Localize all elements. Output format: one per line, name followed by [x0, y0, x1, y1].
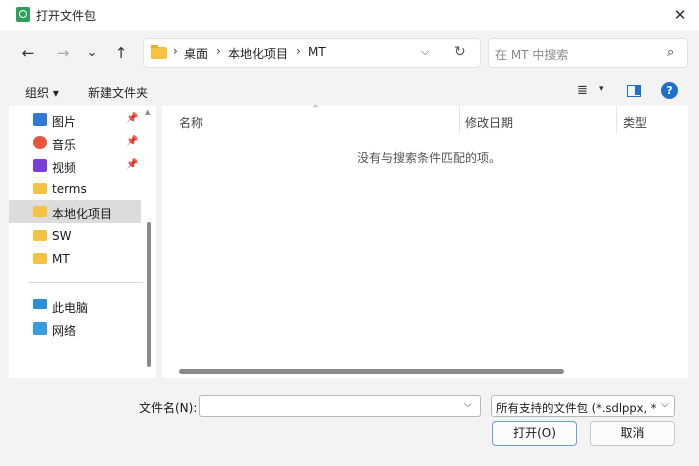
breadcrumb-desktop[interactable]: 桌面 [184, 45, 208, 62]
nav-item-localization-projects[interactable]: 本地化项目 [9, 200, 141, 223]
scroll-up-arrow-icon[interactable]: ▲ [145, 108, 150, 116]
nav-item-pictures[interactable]: 图片 📌 [9, 108, 141, 131]
sort-ascending-icon: ^ [312, 104, 319, 113]
refresh-icon[interactable]: ↻ [454, 44, 466, 60]
open-button[interactable]: 打开(O) [492, 421, 577, 446]
app-icon [16, 7, 30, 22]
file-type-value: 所有支持的文件包 (*.sdlppx, *.s [496, 401, 656, 415]
nav-item-label: 网络 [52, 324, 77, 338]
filename-input[interactable]: ⌵ [199, 395, 481, 417]
help-icon[interactable]: ? [661, 82, 678, 99]
recent-locations-chevron-icon[interactable]: ⌄ [81, 42, 103, 64]
breadcrumb-separator-icon: › [173, 44, 178, 58]
column-divider[interactable] [459, 106, 460, 134]
nav-item-label: 视频 [52, 161, 77, 175]
view-options-dropdown-icon[interactable]: ▾ [599, 84, 604, 94]
nav-item-terms[interactable]: terms [9, 177, 141, 200]
command-bar: 组织 ▾ 新建文件夹 ≣ ▾ ? [0, 76, 699, 106]
file-list: ^ 名称 修改日期 类型 没有与搜索条件匹配的项。 [162, 104, 688, 378]
breadcrumb-separator-icon: › [216, 44, 221, 58]
navigation-bar: ← → ⌄ ↑ › 桌面 › 本地化项目 › MT ⌵ ↻ 在 MT 中搜索 ⌕ [0, 30, 699, 76]
nav-item-label: 图片 [52, 115, 77, 129]
address-bar[interactable]: › 桌面 › 本地化项目 › MT ⌵ ↻ [143, 38, 481, 68]
nav-item-label: terms [52, 182, 87, 196]
dialog-footer: 文件名(N): ⌵ 所有支持的文件包 (*.sdlppx, *.s ⌵ 打开(O… [0, 378, 699, 466]
folder-icon [33, 206, 47, 217]
search-icon[interactable]: ⌕ [667, 45, 674, 60]
breadcrumb-localization-projects[interactable]: 本地化项目 [228, 45, 288, 62]
open-package-dialog: 打开文件包 ✕ ← → ⌄ ↑ › 桌面 › 本地化项目 › MT ⌵ ↻ 在 … [0, 0, 699, 466]
forward-arrow-icon[interactable]: → [52, 42, 74, 64]
column-divider[interactable] [616, 106, 617, 134]
nav-item-label: 音乐 [52, 138, 77, 152]
empty-results-message: 没有与搜索条件匹配的项。 [357, 151, 502, 165]
column-header-name[interactable]: 名称 [179, 114, 203, 131]
folder-icon [33, 183, 47, 194]
search-box[interactable]: 在 MT 中搜索 ⌕ [488, 38, 688, 68]
pictures-icon [33, 113, 47, 126]
nav-item-label: 本地化项目 [52, 207, 113, 221]
pin-icon: 📌 [126, 159, 139, 170]
network-icon [33, 322, 47, 335]
videos-icon [33, 159, 47, 172]
up-arrow-icon[interactable]: ↑ [110, 42, 132, 64]
navigation-pane: ▲ 图片 📌 音乐 📌 视频 📌 terms 本地化项目 SW MT 此电脑 网… [9, 106, 156, 378]
horizontal-scrollbar[interactable] [179, 369, 564, 374]
pin-icon: 📌 [126, 136, 139, 147]
nav-divider [29, 282, 143, 283]
pin-icon: 📌 [126, 113, 139, 124]
nav-scrollbar[interactable] [147, 222, 151, 367]
search-placeholder: 在 MT 中搜索 [495, 48, 569, 62]
nav-item-music[interactable]: 音乐 📌 [9, 131, 141, 154]
column-header-type[interactable]: 类型 [623, 114, 647, 131]
filename-history-dropdown-icon[interactable]: ⌵ [464, 399, 472, 410]
back-arrow-icon[interactable]: ← [17, 42, 39, 64]
title-bar: 打开文件包 ✕ [0, 0, 699, 30]
nav-item-network[interactable]: 网络 [9, 317, 141, 340]
breadcrumb-mt[interactable]: MT [308, 45, 326, 59]
folder-icon [33, 230, 47, 241]
nav-item-label: 此电脑 [52, 301, 89, 315]
window-title: 打开文件包 [36, 9, 97, 23]
music-icon [33, 136, 47, 149]
nav-item-this-pc[interactable]: 此电脑 [9, 294, 141, 317]
nav-item-label: MT [52, 252, 70, 266]
nav-item-sw[interactable]: SW [9, 224, 141, 247]
organize-menu-button[interactable]: 组织 ▾ [25, 84, 59, 101]
breadcrumb-separator-icon: › [296, 44, 301, 58]
address-dropdown-icon[interactable]: ⌵ [421, 45, 429, 59]
cancel-button[interactable]: 取消 [590, 421, 675, 446]
column-header-date-modified[interactable]: 修改日期 [465, 114, 513, 131]
nav-item-mt[interactable]: MT [9, 247, 141, 270]
filename-label: 文件名(N): [139, 401, 198, 415]
file-type-dropdown-icon[interactable]: ⌵ [661, 399, 669, 410]
nav-item-label: SW [52, 229, 72, 243]
file-type-select[interactable]: 所有支持的文件包 (*.sdlppx, *.s ⌵ [491, 395, 675, 417]
folder-icon [33, 253, 47, 264]
this-pc-icon [33, 299, 47, 309]
nav-item-videos[interactable]: 视频 📌 [9, 154, 141, 177]
close-icon[interactable]: ✕ [669, 4, 691, 26]
new-folder-button[interactable]: 新建文件夹 [88, 84, 148, 101]
folder-icon [151, 45, 167, 59]
view-options-icon[interactable]: ≣ [577, 83, 588, 98]
preview-pane-icon[interactable] [627, 85, 641, 97]
